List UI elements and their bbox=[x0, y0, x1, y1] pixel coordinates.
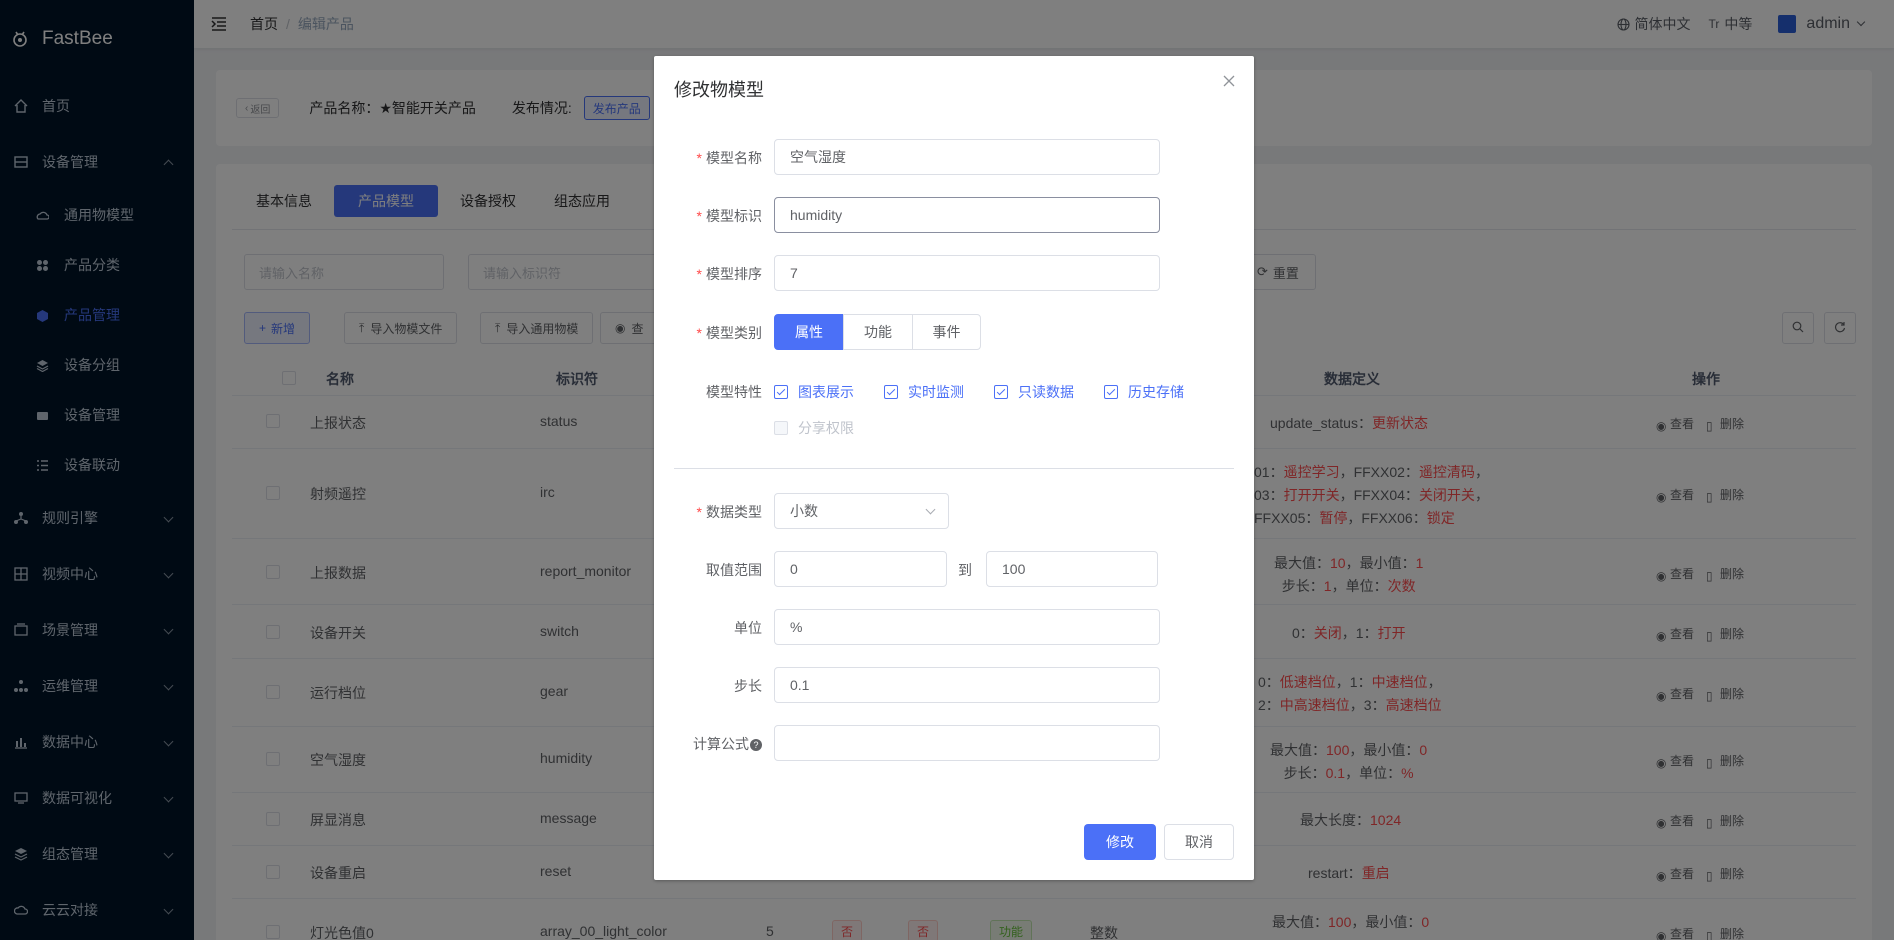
feature-share-checkbox[interactable]: 分享权限 bbox=[774, 418, 854, 438]
close-icon[interactable] bbox=[1222, 74, 1236, 88]
dialog-divider bbox=[674, 468, 1234, 469]
label-model-name: * 模型名称 bbox=[696, 150, 762, 166]
feature-readonly-checkbox[interactable]: 只读数据 bbox=[994, 382, 1074, 402]
label-data-type: * 数据类型 bbox=[696, 504, 762, 520]
unit-input[interactable]: % bbox=[774, 609, 1160, 645]
chevron-down-icon bbox=[925, 504, 936, 515]
label-model-feature: 模型特性 bbox=[706, 384, 762, 400]
model-order-input[interactable]: 7 bbox=[774, 255, 1160, 291]
feature-history-checkbox[interactable]: 历史存储 bbox=[1104, 382, 1184, 402]
label-model-ident: * 模型标识 bbox=[696, 208, 762, 224]
range-max-input[interactable]: 100 bbox=[986, 551, 1158, 587]
formula-input[interactable] bbox=[774, 725, 1160, 761]
label-step: 步长 bbox=[734, 678, 762, 694]
label-model-order: * 模型排序 bbox=[696, 266, 762, 282]
model-ident-input[interactable]: humidity bbox=[774, 197, 1160, 233]
data-type-select[interactable]: 小数 bbox=[774, 493, 949, 529]
model-name-input[interactable]: 空气湿度 bbox=[774, 139, 1160, 175]
edit-model-dialog: 修改物模型 * 模型名称 空气湿度 * 模型标识 humidity * 模型排序 7 … bbox=[654, 56, 1254, 880]
label-value-range: 取值范围 bbox=[706, 562, 762, 578]
feature-chart-checkbox[interactable]: 图表展示 bbox=[774, 382, 854, 402]
step-input[interactable]: 0.1 bbox=[774, 667, 1160, 703]
label-model-category: * 模型类别 bbox=[696, 325, 762, 341]
range-to-label: 到 bbox=[958, 562, 972, 578]
category-property[interactable]: 属性 bbox=[774, 314, 844, 350]
category-radio-group: 属性 功能 事件 bbox=[774, 314, 981, 350]
feature-realtime-checkbox[interactable]: 实时监测 bbox=[884, 382, 964, 402]
label-formula: 计算公式? bbox=[654, 734, 762, 754]
dialog-title: 修改物模型 bbox=[674, 80, 764, 100]
range-min-input[interactable]: 0 bbox=[774, 551, 947, 587]
category-function[interactable]: 功能 bbox=[843, 314, 913, 350]
help-icon[interactable]: ? bbox=[750, 739, 762, 752]
cancel-button[interactable]: 取消 bbox=[1164, 824, 1234, 860]
label-unit: 单位 bbox=[734, 620, 762, 636]
submit-button[interactable]: 修改 bbox=[1084, 824, 1156, 860]
category-event[interactable]: 事件 bbox=[912, 314, 981, 350]
